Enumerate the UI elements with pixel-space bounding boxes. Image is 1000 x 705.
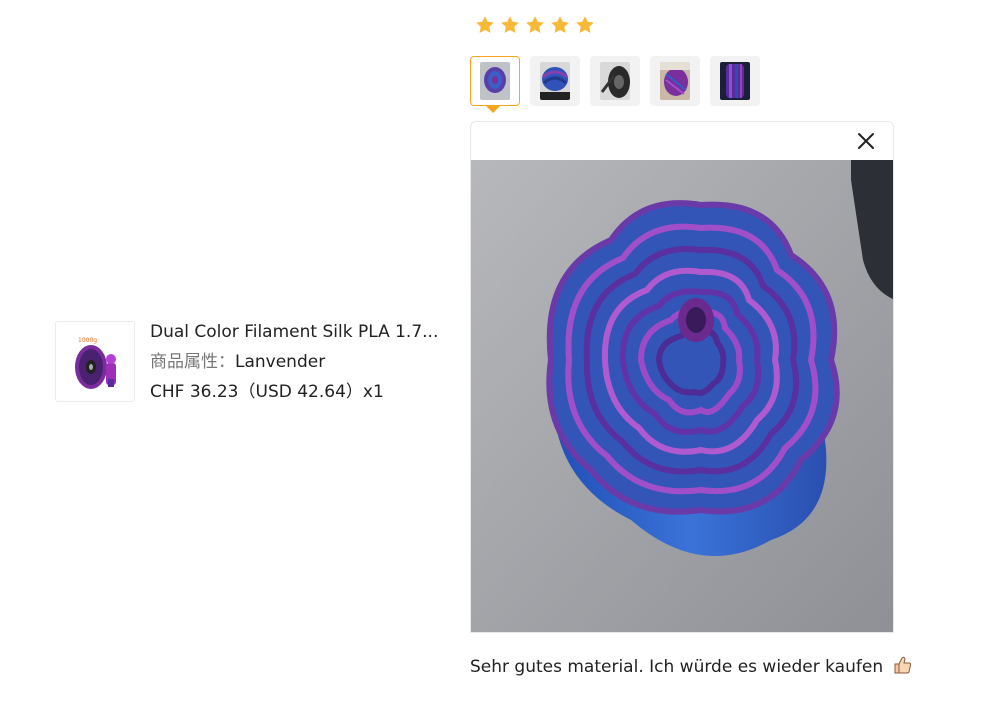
review-photo-strip — [470, 56, 760, 106]
review-page: 1000g Dual Color Filament Silk PLA 1.7..… — [0, 0, 1000, 705]
review-photo-1[interactable] — [470, 56, 520, 106]
product-summary: 1000g Dual Color Filament Silk PLA 1.7..… — [55, 321, 440, 403]
review-photo-5-image — [720, 62, 750, 100]
product-title[interactable]: Dual Color Filament Silk PLA 1.7... — [150, 321, 440, 343]
svg-text:1000g: 1000g — [78, 337, 97, 344]
active-thumbnail-pointer — [486, 106, 500, 113]
review-photo-5[interactable] — [710, 56, 760, 106]
star-icon — [476, 16, 494, 33]
review-photo-4-image — [660, 62, 690, 100]
star-icon — [526, 16, 544, 33]
photo-viewer — [470, 121, 894, 633]
review-photo-1-image — [480, 62, 510, 100]
star-icon — [551, 16, 569, 33]
star-icon — [501, 16, 519, 33]
review-photo-3-image — [600, 62, 630, 100]
star-rating — [475, 15, 595, 35]
product-thumbnail[interactable]: 1000g — [55, 321, 135, 402]
photo-viewer-header — [471, 122, 893, 160]
thumbs-up-icon — [894, 656, 911, 674]
review-photo-3[interactable] — [590, 56, 640, 106]
filament-spool-image: 1000g — [75, 337, 116, 389]
review-photo-2-image — [540, 62, 570, 100]
review-text: Sehr gutes material. Ich würde es wieder… — [470, 655, 913, 679]
review-photo-4[interactable] — [650, 56, 700, 106]
review-photo-2[interactable] — [530, 56, 580, 106]
close-icon[interactable] — [856, 131, 876, 151]
attribute-value: Lanvender — [235, 352, 326, 372]
review-photo-large — [471, 160, 893, 632]
product-attribute: 商品属性：Lanvender — [150, 351, 440, 373]
star-icon — [576, 16, 594, 33]
product-price: CHF 36.23（USD 42.64）x1 — [150, 382, 384, 402]
attribute-label: 商品属性： — [150, 352, 235, 372]
review-comment: Sehr gutes material. Ich würde es wieder… — [470, 657, 884, 677]
